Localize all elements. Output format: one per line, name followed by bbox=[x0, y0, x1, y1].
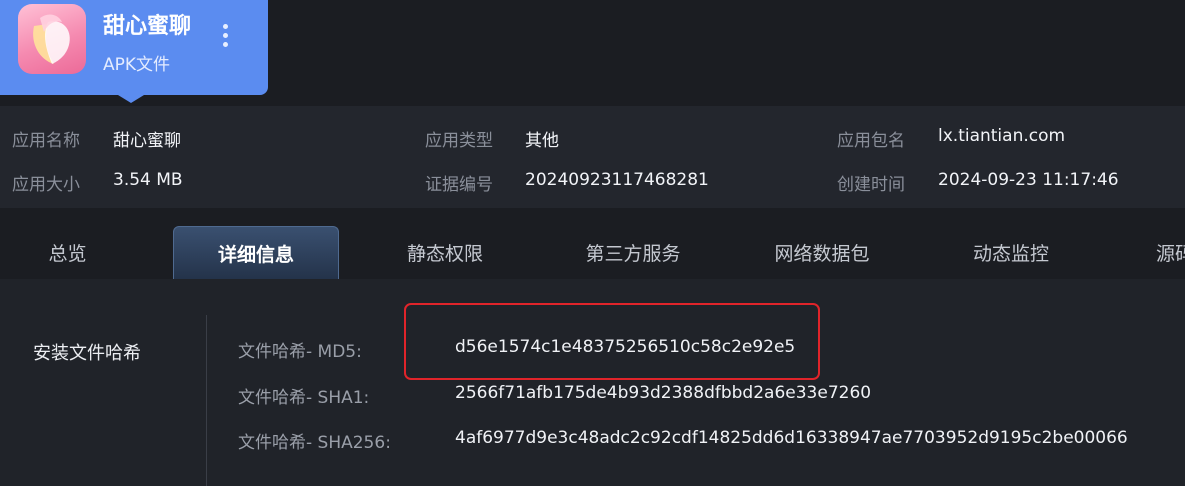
created-label: 创建时间 bbox=[837, 175, 905, 195]
sha1-label: 文件哈希- SHA1: bbox=[238, 388, 370, 408]
tab-dynamic-monitor[interactable]: 动态监控 bbox=[928, 226, 1094, 279]
tab-details[interactable]: 详细信息 bbox=[173, 226, 339, 279]
md5-highlight-box bbox=[404, 303, 820, 380]
app-info-panel: 应用名称 甜心蜜聊 应用类型 其他 应用包名 lx.tiantian.com 应… bbox=[0, 106, 1185, 208]
created-value: 2024-09-23 11:17:46 bbox=[938, 170, 1119, 190]
app-logo-icon bbox=[18, 4, 86, 74]
app-file-type: APK文件 bbox=[103, 55, 171, 75]
package-value: lx.tiantian.com bbox=[938, 126, 1066, 146]
app-card: 甜心蜜聊 APK文件 bbox=[0, 0, 268, 95]
sha1-value: 2566f71afb175de4b93d2388dfbbd2a6e33e7260 bbox=[455, 383, 872, 403]
app-name-label: 应用名称 bbox=[12, 131, 80, 151]
tab-third-party-services[interactable]: 第三方服务 bbox=[550, 226, 716, 279]
tab-network-packets[interactable]: 网络数据包 bbox=[739, 226, 905, 279]
sha256-value: 4af6977d9e3c48adc2c92cdf14825dd6d1633894… bbox=[455, 428, 1128, 448]
tab-bar: 总览 详细信息 静态权限 第三方服务 网络数据包 动态监控 源码 bbox=[0, 222, 1185, 279]
app-name: 甜心蜜聊 bbox=[103, 14, 192, 39]
app-type-label: 应用类型 bbox=[425, 131, 493, 151]
app-type-value: 其他 bbox=[525, 131, 559, 151]
sha256-label: 文件哈希- SHA256: bbox=[238, 433, 391, 453]
app-size-label: 应用大小 bbox=[12, 175, 80, 195]
more-vertical-icon[interactable] bbox=[221, 24, 229, 52]
app-name-value: 甜心蜜聊 bbox=[113, 131, 181, 151]
section-title: 安装文件哈希 bbox=[33, 343, 141, 364]
tab-overview[interactable]: 总览 bbox=[0, 226, 135, 279]
tab-source-code[interactable]: 源码 bbox=[1156, 226, 1185, 279]
package-label: 应用包名 bbox=[837, 131, 905, 151]
app-size-value: 3.54 MB bbox=[113, 170, 183, 190]
section-divider bbox=[206, 315, 207, 486]
evidence-value: 20240923117468281 bbox=[525, 170, 709, 190]
md5-label: 文件哈希- MD5: bbox=[238, 342, 362, 362]
tab-static-permissions[interactable]: 静态权限 bbox=[362, 226, 528, 279]
app-card-pointer bbox=[118, 95, 144, 103]
evidence-label: 证据编号 bbox=[425, 175, 493, 195]
